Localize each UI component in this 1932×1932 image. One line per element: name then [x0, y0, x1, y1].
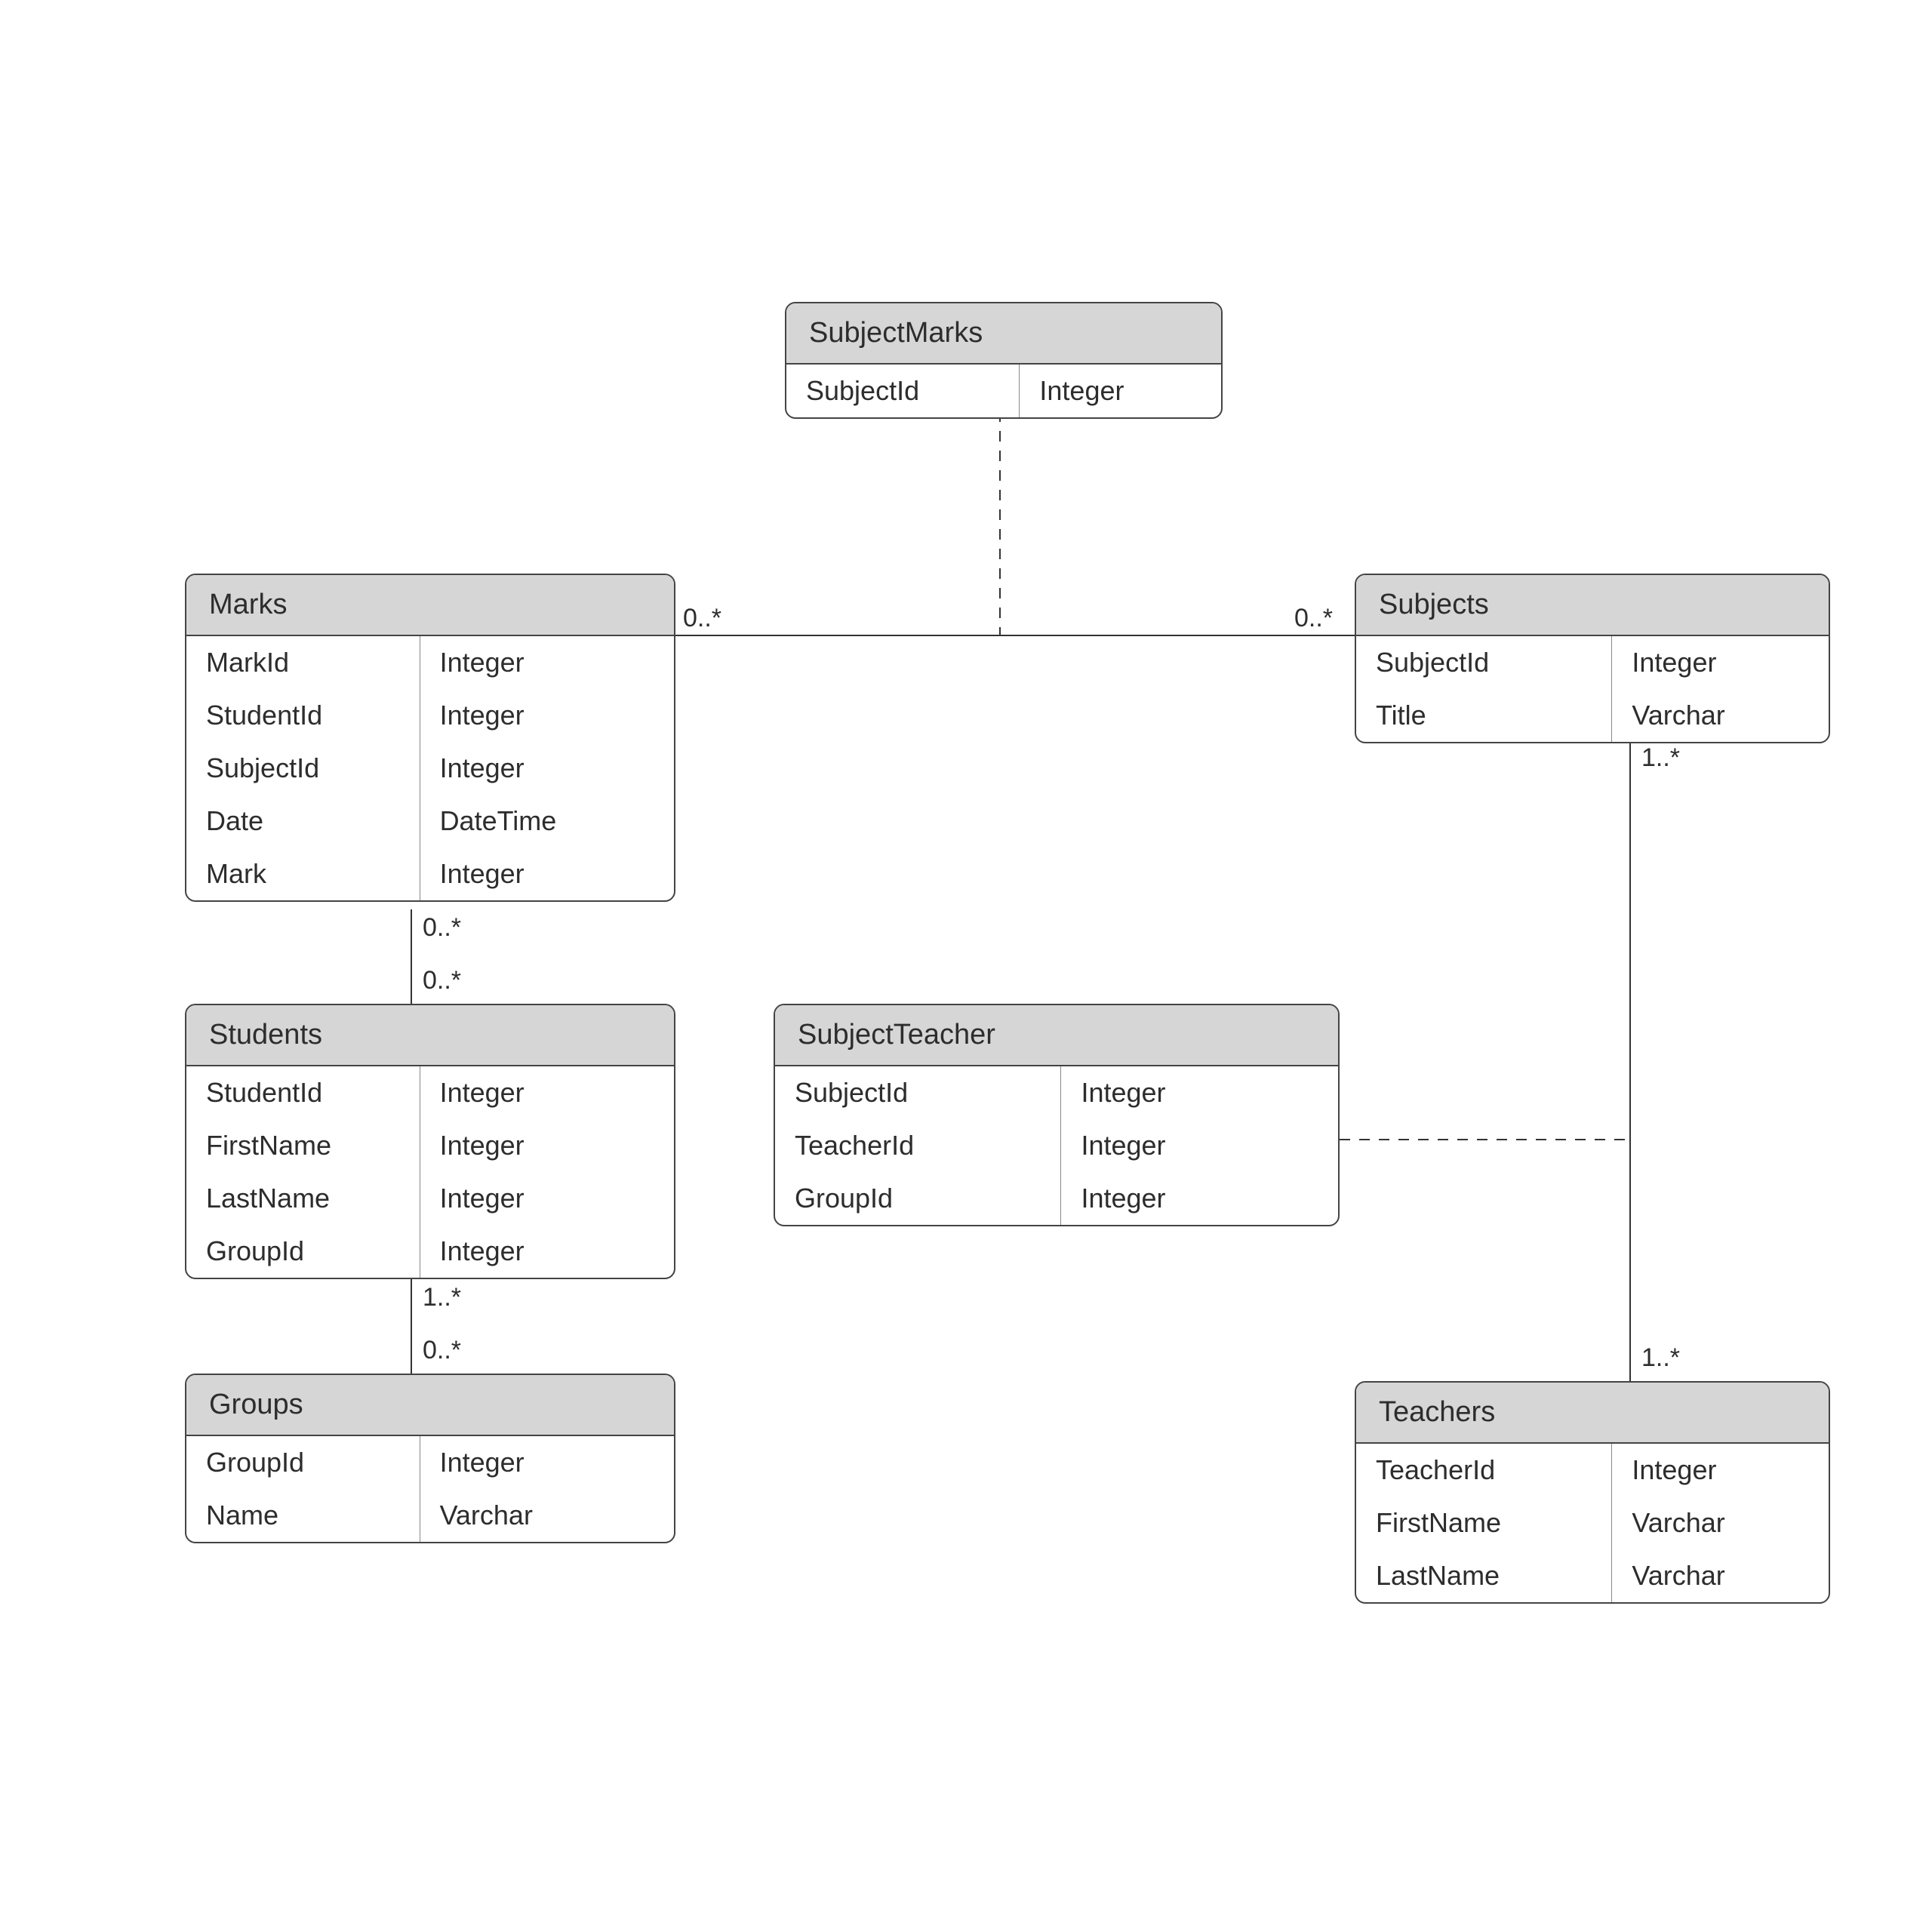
attr-type: Integer: [420, 1119, 674, 1172]
attr-type: Integer: [420, 1436, 674, 1489]
attr-type: Integer: [420, 1225, 674, 1278]
attr-name: LastName: [186, 1172, 420, 1225]
attr-name: Date: [186, 795, 420, 848]
entity-title: Groups: [186, 1375, 674, 1436]
multiplicity-label: 0..*: [683, 604, 721, 633]
attr-type: Integer: [420, 848, 674, 900]
entity-title: SubjectTeacher: [775, 1005, 1338, 1066]
attr-type: Integer: [1612, 1444, 1829, 1497]
attr-name: GroupId: [775, 1172, 1060, 1225]
diagram-canvas: SubjectMarks SubjectId Integer Marks Mar…: [0, 0, 1932, 1932]
multiplicity-label: 1..*: [1641, 743, 1680, 773]
attr-type: Varchar: [420, 1489, 674, 1542]
entity-title: SubjectMarks: [786, 303, 1221, 365]
attr-type: Integer: [1061, 1172, 1338, 1225]
attr-type: Integer: [420, 636, 674, 689]
entity-marks: Marks MarkId StudentId SubjectId Date Ma…: [185, 574, 675, 902]
entity-title: Students: [186, 1005, 674, 1066]
entity-title: Teachers: [1356, 1383, 1829, 1444]
attr-name: Name: [186, 1489, 420, 1542]
attr-type: Integer: [1612, 636, 1829, 689]
attr-name: Title: [1356, 689, 1611, 742]
attr-name: FirstName: [1356, 1497, 1611, 1549]
attr-type: Varchar: [1612, 689, 1829, 742]
multiplicity-label: 1..*: [423, 1283, 461, 1312]
entity-subjectteacher: SubjectTeacher SubjectId TeacherId Group…: [774, 1004, 1340, 1226]
multiplicity-label: 0..*: [1294, 604, 1333, 633]
attr-name: SubjectId: [775, 1066, 1060, 1119]
entity-subjectmarks: SubjectMarks SubjectId Integer: [785, 302, 1223, 419]
attr-name: FirstName: [186, 1119, 420, 1172]
attr-name: SubjectId: [786, 365, 1019, 417]
entity-title: Marks: [186, 575, 674, 636]
attr-name: GroupId: [186, 1436, 420, 1489]
multiplicity-label: 0..*: [423, 966, 461, 995]
entity-title: Subjects: [1356, 575, 1829, 636]
attr-name: SubjectId: [186, 742, 420, 795]
attr-type: Varchar: [1612, 1497, 1829, 1549]
entity-teachers: Teachers TeacherId FirstName LastName In…: [1355, 1381, 1830, 1604]
connector-layer: [0, 0, 1932, 1932]
multiplicity-label: 0..*: [423, 913, 461, 943]
attr-name: StudentId: [186, 689, 420, 742]
attr-name: TeacherId: [1356, 1444, 1611, 1497]
attr-name: TeacherId: [775, 1119, 1060, 1172]
attr-name: Mark: [186, 848, 420, 900]
attr-name: SubjectId: [1356, 636, 1611, 689]
multiplicity-label: 0..*: [423, 1336, 461, 1365]
attr-type: Integer: [420, 689, 674, 742]
attr-name: MarkId: [186, 636, 420, 689]
attr-type: Integer: [420, 1172, 674, 1225]
attr-type: Varchar: [1612, 1549, 1829, 1602]
attr-type: Integer: [1020, 365, 1221, 417]
entity-subjects: Subjects SubjectId Title Integer Varchar: [1355, 574, 1830, 743]
attr-name: LastName: [1356, 1549, 1611, 1602]
attr-type: Integer: [420, 742, 674, 795]
attr-type: Integer: [1061, 1066, 1338, 1119]
attr-type: Integer: [420, 1066, 674, 1119]
attr-name: GroupId: [186, 1225, 420, 1278]
attr-type: Integer: [1061, 1119, 1338, 1172]
attr-name: StudentId: [186, 1066, 420, 1119]
multiplicity-label: 1..*: [1641, 1343, 1680, 1373]
entity-students: Students StudentId FirstName LastName Gr…: [185, 1004, 675, 1279]
entity-groups: Groups GroupId Name Integer Varchar: [185, 1374, 675, 1543]
attr-type: DateTime: [420, 795, 674, 848]
